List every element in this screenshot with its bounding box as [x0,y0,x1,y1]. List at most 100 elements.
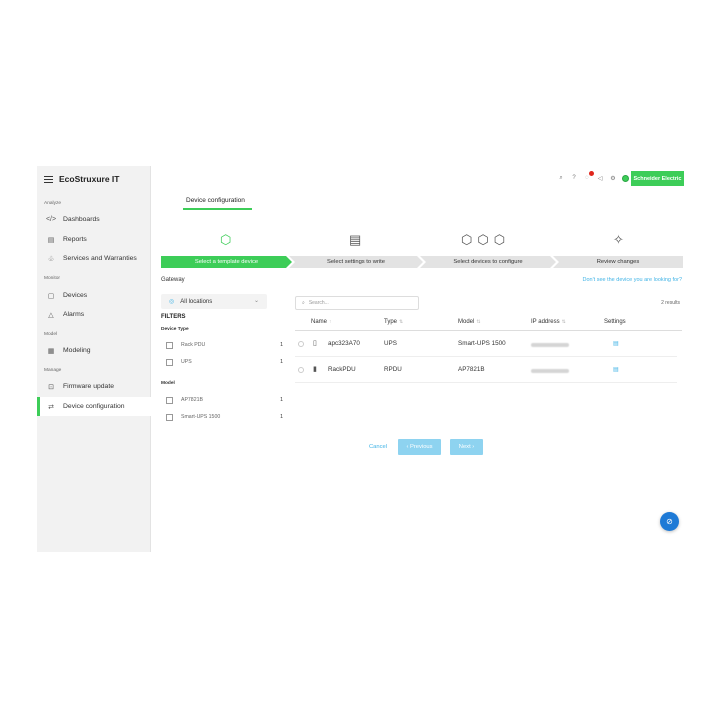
sidebar: EcoStruxure IT Analyze </> Dashboards ▤ … [37,166,151,552]
settings-doc-icon[interactable]: ▤ [613,340,619,347]
column-label: Type [384,319,398,325]
help-chat-button[interactable]: ⊘ [660,512,679,531]
checkbox[interactable] [166,413,173,421]
filter-option[interactable]: AP7821B 1 [166,395,283,405]
column-model[interactable]: Model ⇅ [458,319,481,325]
help-link[interactable]: Don't see the device you are looking for… [583,277,683,283]
step-select-template[interactable]: Select a template device [161,256,292,268]
sidebar-item-label: Modeling [63,347,91,354]
filter-option[interactable]: Smart-UPS 1500 1 [166,412,283,422]
search-icon[interactable]: ⌕ [557,174,565,182]
gateway-label: Gateway [161,277,185,283]
filters-title: FILTERS [161,314,186,320]
report-icon: ▤ [47,236,55,244]
tab-device-configuration[interactable]: Device configuration [186,197,245,204]
logo: EcoStruxure IT [44,174,119,184]
row-radio[interactable] [298,341,304,347]
filter-option[interactable]: Rack PDU 1 [166,340,283,350]
ip-redacted [531,343,569,347]
filter-count: 1 [280,359,283,365]
search-input[interactable]: ⌕ Search... [295,296,419,310]
modeling-icon: ▦ [47,347,55,355]
step-label: Review changes [596,259,640,265]
sidebar-item-services[interactable]: ♧ Services and Warranties [37,249,151,268]
checkbox[interactable] [166,341,173,349]
status-icon[interactable] [622,174,629,182]
step-review-changes[interactable]: Review changes [553,256,683,268]
filter-option[interactable]: UPS 1 [166,357,283,367]
ip-redacted [531,369,569,373]
sidebar-item-device-configuration[interactable]: ⇄ Device configuration [37,397,151,416]
cell-type: RPDU [384,366,402,373]
settings-doc-icon[interactable]: ▤ [613,366,619,373]
sidebar-item-label: Reports [63,236,87,243]
step-select-settings[interactable]: Select settings to write [289,256,423,268]
help-icon[interactable]: ? [570,174,578,182]
filter-device-type-label: Device Type [161,327,189,332]
settings-doc-icon: ▤ [349,232,362,247]
search-icon: ⌕ [302,300,305,306]
menu-icon[interactable] [44,175,53,183]
row-radio[interactable] [298,367,304,373]
next-button[interactable]: Next › [450,439,483,455]
services-icon: ♧ [47,255,55,263]
filter-count: 1 [280,342,283,348]
template-device-icon: ⬡ [220,232,232,247]
table-row[interactable]: ▮ RackPDU RPDU AP7821B ▤ [295,358,677,383]
filter-count: 1 [280,414,283,420]
cell-ip [531,340,569,349]
cell-name: RackPDU [328,366,356,373]
sidebar-item-modeling[interactable]: ▦ Modeling [37,341,151,360]
sidebar-item-dashboards[interactable]: </> Dashboards [37,210,151,229]
sort-icon: ⇅ [561,319,566,325]
chevron-right-icon: › [470,444,475,450]
search-placeholder: Search... [308,300,329,306]
sort-asc-icon: ↑ [329,319,332,325]
location-select[interactable]: ◎ All locations ⌄ [161,294,267,309]
rack-pdu-icon: ▮ [313,366,317,373]
devices-icon: ▢ [47,292,55,300]
column-label: Name [311,319,328,325]
filter-option-label: UPS [181,359,192,365]
multi-device-icon: ⬡⬡⬡ [461,232,511,247]
sidebar-item-reports[interactable]: ▤ Reports [37,230,151,249]
section-analyze: Analyze [44,201,62,206]
notifications-icon[interactable]: ◌ [583,171,594,182]
filter-count: 1 [280,397,283,403]
cell-name: apc323A70 [328,340,360,347]
sidebar-item-firmware[interactable]: ⊡ Firmware update [37,377,151,396]
checkbox[interactable] [166,358,173,366]
column-label: Model [458,319,475,325]
compass-icon: ⊘ [666,517,673,526]
table-header: Name ↑ Type ⇅ Model ⇅ IP address ⇅ Settings [295,317,682,331]
app-window: EcoStruxure IT Analyze </> Dashboards ▤ … [37,166,684,552]
step-label: Select a template device [194,259,259,265]
results-count: 2 results [661,300,680,306]
megaphone-icon[interactable]: ◁ [596,174,604,182]
previous-button[interactable]: ‹ Previous [398,439,441,455]
alarm-icon: △ [48,311,54,319]
location-value: All locations [180,298,213,305]
column-settings: Settings [604,319,626,325]
column-ip[interactable]: IP address ⇅ [531,319,566,325]
ups-icon: ▯ [313,340,317,347]
firmware-icon: ⊡ [48,383,54,391]
wizard-steps: Select a template device Select settings… [161,256,683,268]
filter-model-label: Model [161,381,175,386]
step-select-devices[interactable]: Select devices to configure [420,256,556,268]
top-bar: ⌕ ? ◌ ◁ ⚙ Schneider Electric [151,166,684,192]
settings-icon[interactable]: ⚙ [609,174,617,182]
column-type[interactable]: Type ⇅ [384,319,403,325]
step-label: Select settings to write [327,259,385,265]
wizard-buttons: Cancel ‹ Previous Next › [37,439,684,455]
sidebar-item-devices[interactable]: ▢ Devices [37,286,151,305]
cancel-button[interactable]: Cancel [365,439,391,455]
column-name[interactable]: Name ↑ [311,319,332,325]
sidebar-item-label: Services and Warranties [63,255,137,262]
checkbox[interactable] [166,396,173,404]
filter-option-label: AP7821B [181,397,203,403]
chevron-down-icon: ⌄ [253,298,259,304]
dashboard-icon: </> [45,216,57,223]
sidebar-item-alarms[interactable]: △ Alarms [37,305,151,324]
table-row[interactable]: ▯ apc323A70 UPS Smart-UPS 1500 ▤ [295,332,677,357]
